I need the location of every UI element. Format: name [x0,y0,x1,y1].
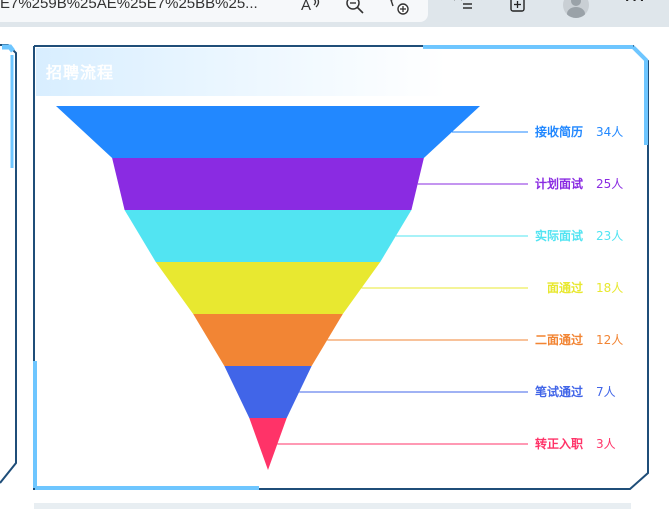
funnel-segment[interactable] [224,366,312,418]
funnel-segment[interactable] [112,158,424,210]
funnel-value-label: 18人 [596,281,623,295]
funnel-segment[interactable] [193,314,343,366]
funnel-category-label: 接收简历 [535,124,583,139]
funnel-value-label: 25人 [596,177,623,191]
funnel-category-label: 实际面试 [535,228,583,243]
funnel-value-label: 7人 [596,385,616,399]
funnel-value-label: 23人 [596,229,623,243]
funnel-category-label: 转正入职 [535,436,583,451]
funnel-category-label: 面通过 [547,280,583,295]
funnel-segment[interactable] [155,262,381,314]
funnel-value-label: 3人 [596,437,616,451]
funnel-value-label: 12人 [596,333,623,347]
funnel-segment[interactable] [56,106,480,158]
funnel-category-label: 二面通过 [535,332,583,347]
bottom-strip [34,503,631,509]
funnel-chart: 接收简历 34人计划面试 25人实际面试 23人面通过 18人二面通过 12人笔试通过 7人… [56,106,623,470]
funnel-category-label: 计划面试 [535,176,583,191]
funnel-segment[interactable] [124,210,412,262]
funnel-value-label: 34人 [596,125,623,139]
funnel-category-label: 笔试通过 [535,384,583,399]
